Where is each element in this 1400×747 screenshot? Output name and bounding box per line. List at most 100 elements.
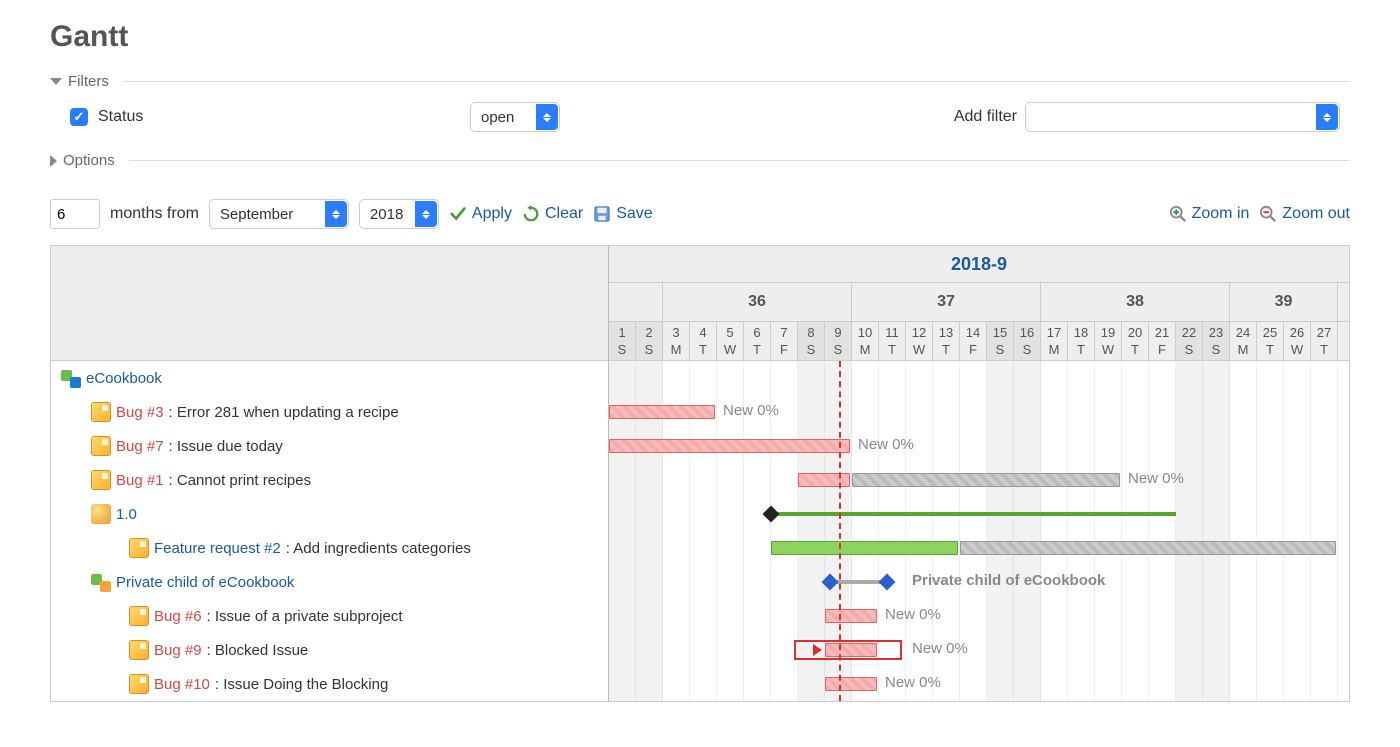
months-input[interactable] — [50, 199, 100, 229]
diamond-icon — [763, 506, 780, 523]
gantt-bar[interactable] — [609, 439, 850, 453]
diamond-icon — [879, 574, 896, 591]
gantt-bar[interactable] — [825, 609, 877, 623]
week-header — [609, 283, 663, 321]
gantt-bar-label: New 0% — [912, 640, 968, 657]
reload-icon — [522, 205, 540, 223]
issue-link[interactable]: Bug #10 — [154, 676, 210, 693]
disk-icon — [593, 205, 611, 223]
gantt-bar[interactable] — [960, 541, 1336, 555]
gantt-subject-row: eCookbook — [51, 361, 608, 395]
filters-legend[interactable]: Filters — [50, 69, 1350, 94]
options-legend-label: Options — [63, 152, 115, 169]
day-header: 24M — [1230, 322, 1257, 360]
issue-subject: : Add ingredients categories — [286, 540, 471, 557]
day-header: 1S — [609, 322, 636, 360]
month-select[interactable]: September — [209, 199, 349, 229]
gantt-weeks-header: 36373839 — [609, 283, 1349, 322]
status-operator-value: open — [481, 109, 514, 126]
week-header: 36 — [663, 283, 852, 321]
issue-subject: : Blocked Issue — [207, 642, 309, 659]
project-link[interactable]: Private child of eCookbook — [116, 574, 294, 591]
ticket-icon — [129, 674, 149, 694]
day-header: 9S — [825, 322, 852, 360]
issue-link[interactable]: Bug #1 — [116, 472, 164, 489]
gantt-bar[interactable] — [798, 473, 850, 487]
gantt-bar-row: New 0% — [609, 463, 1349, 497]
gantt-bar[interactable] — [852, 473, 1120, 487]
gantt-bar-label: New 0% — [885, 606, 941, 623]
gantt-bar-row: New 0% — [609, 395, 1349, 429]
issue-link[interactable]: Bug #6 — [154, 608, 202, 625]
zoom-in-link[interactable]: Zoom in — [1169, 205, 1250, 223]
issue-link[interactable]: Feature request #2 — [154, 540, 281, 557]
add-filter-select[interactable] — [1025, 102, 1340, 132]
status-operator-select[interactable]: open — [470, 102, 560, 132]
ticket-icon — [129, 538, 149, 558]
gantt-bar-row: New 0% — [609, 667, 1349, 701]
day-header: 22S — [1176, 322, 1203, 360]
project-icon — [91, 572, 111, 592]
apply-link[interactable]: Apply — [449, 205, 512, 223]
filters-fieldset: Filters Status open Add filter — [50, 69, 1350, 140]
issue-subject: : Cannot print recipes — [169, 472, 312, 489]
issue-subject: : Issue of a private subproject — [207, 608, 403, 625]
gantt-bar[interactable] — [825, 677, 877, 691]
select-arrows-icon — [325, 201, 347, 227]
day-header: 14F — [960, 322, 987, 360]
gantt-bar-label: New 0% — [885, 674, 941, 691]
months-from-label: months from — [110, 205, 199, 223]
select-arrows-icon — [536, 104, 558, 130]
status-checkbox[interactable] — [70, 108, 88, 126]
gantt-subject-row: Private child of eCookbook — [51, 565, 608, 599]
check-icon — [449, 205, 467, 223]
version-bar[interactable] — [765, 512, 1176, 516]
gantt-bar[interactable] — [609, 405, 715, 419]
gantt-subject-rows: eCookbook Bug #3 : Error 281 when updating… — [51, 361, 608, 701]
ticket-icon — [91, 402, 111, 422]
issue-link[interactable]: Bug #7 — [116, 438, 164, 455]
year-select[interactable]: 2018 — [359, 199, 439, 229]
divider — [123, 81, 1350, 82]
gantt-bar-label: New 0% — [723, 402, 779, 419]
project-icon — [61, 368, 81, 388]
gantt-month-header[interactable]: 2018-9 — [609, 246, 1349, 283]
gantt-bar-label: Private child of eCookbook — [912, 572, 1105, 589]
gantt-subject-row: Feature request #2 : Add ingredients cate… — [51, 531, 608, 565]
week-header: 37 — [852, 283, 1041, 321]
month-select-value: September — [220, 206, 293, 223]
project-link[interactable]: eCookbook — [86, 370, 162, 387]
day-header: 15S — [987, 322, 1014, 360]
gantt-subject-row: 1.0 — [51, 497, 608, 531]
gantt-bar[interactable] — [771, 541, 958, 555]
chevron-down-icon — [50, 78, 62, 85]
version-link[interactable]: 1.0 — [116, 506, 137, 523]
page-title: Gantt — [50, 20, 1350, 54]
zoom-in-icon — [1169, 205, 1187, 223]
options-legend[interactable]: Options — [50, 148, 1350, 173]
clear-link[interactable]: Clear — [522, 205, 583, 223]
week-header: 38 — [1041, 283, 1230, 321]
today-line — [839, 361, 841, 701]
gantt-days-header: 1S2S3M4T5W6T7F8S9S10M11T12W13T14F15S16S1… — [609, 322, 1349, 361]
week-header: 39 — [1230, 283, 1338, 321]
gantt-bar-row: New 0% — [609, 599, 1349, 633]
day-header: 11T — [879, 322, 906, 360]
gantt-body: New 0% New 0% New 0% Private child of eCook… — [609, 361, 1349, 701]
save-link[interactable]: Save — [593, 205, 652, 223]
ticket-icon — [91, 470, 111, 490]
day-header: 7F — [771, 322, 798, 360]
day-header: 17M — [1041, 322, 1068, 360]
day-header: 19W — [1095, 322, 1122, 360]
issue-link[interactable]: Bug #3 — [116, 404, 164, 421]
zoom-out-link[interactable]: Zoom out — [1259, 205, 1350, 223]
issue-subject: : Issue due today — [169, 438, 283, 455]
dependency-box — [794, 640, 902, 660]
gantt-subject-row: Bug #10: Issue Doing the Blocking — [51, 667, 608, 701]
gantt-subjects-column: eCookbook Bug #3 : Error 281 when updating… — [51, 246, 609, 701]
issue-subject: : Error 281 when updating a recipe — [169, 404, 399, 421]
day-header: 3M — [663, 322, 690, 360]
gantt-bar-label: New 0% — [1128, 470, 1184, 487]
gantt-subject-row: Bug #3 : Error 281 when updating a recipe — [51, 395, 608, 429]
issue-link[interactable]: Bug #9 — [154, 642, 202, 659]
